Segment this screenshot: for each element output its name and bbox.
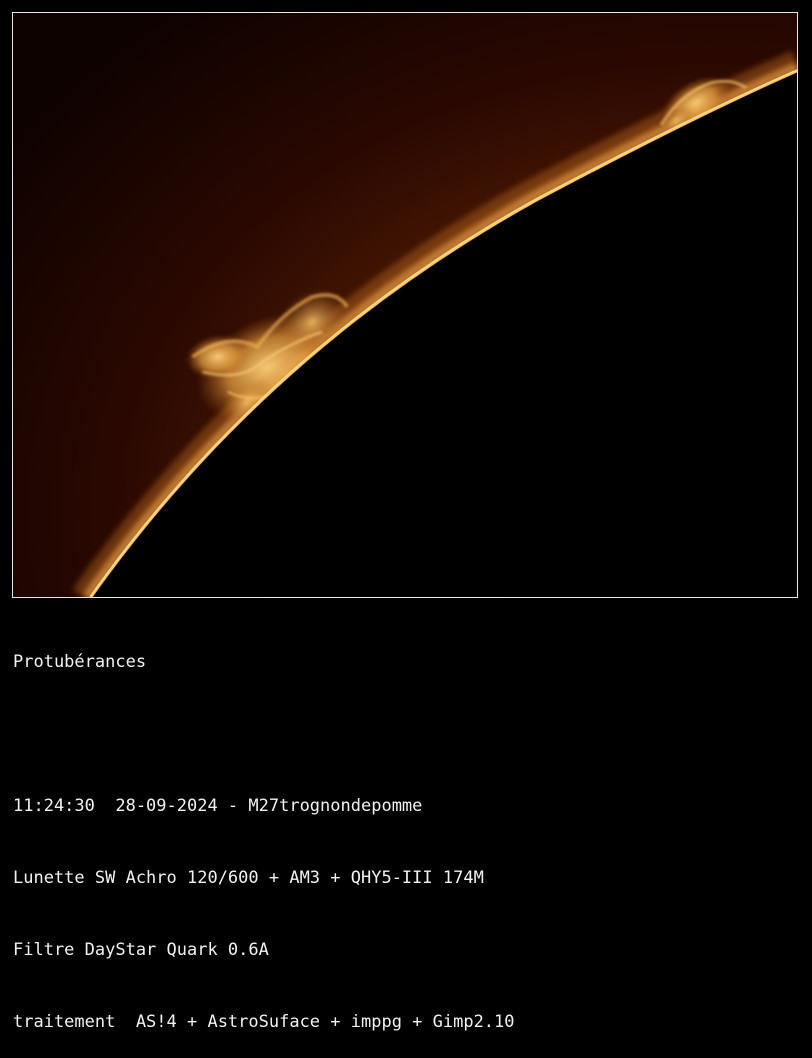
caption-datetime: 11:24:30 28-09-2024 - M27trognondepomme	[13, 796, 423, 816]
caption-filter: Filtre DayStar Quark 0.6A	[13, 940, 269, 960]
caption-equipment: Lunette SW Achro 120/600 + AM3 + QHY5-II…	[13, 868, 484, 888]
caption-processing: traitement AS!4 + AstroSuface + imppg + …	[13, 1012, 515, 1032]
solar-limb-photo	[13, 13, 797, 597]
solar-image-frame	[12, 12, 798, 598]
photo-caption: Protubérances 11:24:30 28-09-2024 - M27t…	[13, 602, 515, 1058]
caption-title: Protubérances	[13, 652, 147, 672]
